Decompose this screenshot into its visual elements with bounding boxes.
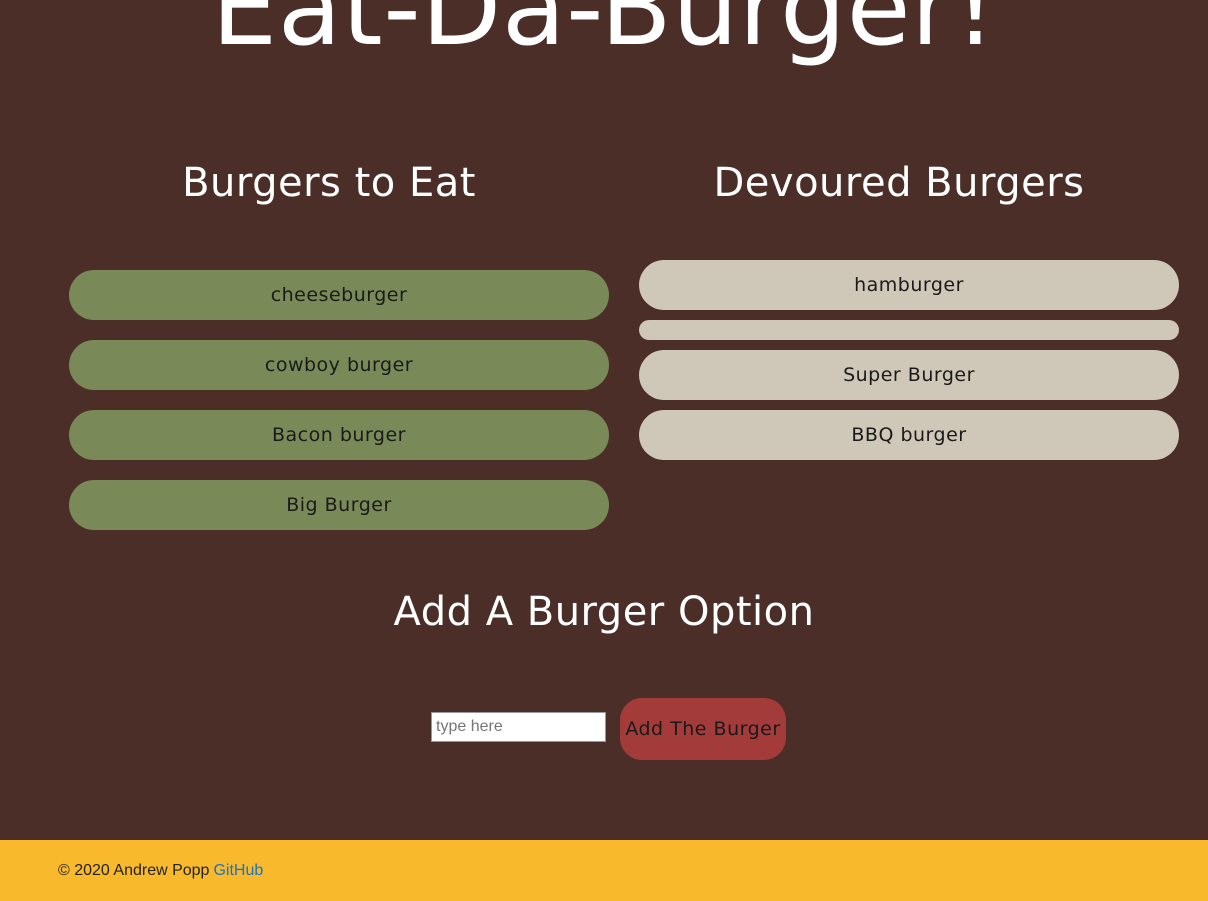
github-link[interactable]: GitHub	[213, 862, 263, 880]
burgers-to-eat-heading: Burgers to Eat	[182, 160, 476, 206]
page-footer: © 2020 Andrew Popp GitHub	[0, 840, 1208, 901]
add-burger-button[interactable]: Add The Burger	[620, 698, 786, 760]
devoured-burger-item: BBQ burger	[639, 410, 1179, 460]
burgers-to-eat-list: cheeseburger cowboy burger Bacon burger …	[69, 270, 609, 550]
devoured-burger-item: hamburger	[639, 260, 1179, 310]
to-eat-burger-button[interactable]: cowboy burger	[69, 340, 609, 390]
devoured-burger-item: Super Burger	[639, 350, 1179, 400]
to-eat-burger-button[interactable]: Bacon burger	[69, 410, 609, 460]
page-title: Eat-Da-Burger!	[211, 0, 997, 69]
devoured-burgers-heading: Devoured Burgers	[713, 160, 1085, 206]
footer-copyright: © 2020 Andrew Popp	[58, 861, 210, 879]
to-eat-burger-button[interactable]: cheeseburger	[69, 270, 609, 320]
burger-name-input[interactable]	[431, 712, 606, 742]
to-eat-burger-button[interactable]: Big Burger	[69, 480, 609, 530]
add-burger-heading: Add A Burger Option	[393, 589, 815, 635]
devoured-burger-item-empty	[639, 320, 1179, 340]
devoured-burgers-list: hamburger Super Burger BBQ burger	[639, 260, 1179, 470]
